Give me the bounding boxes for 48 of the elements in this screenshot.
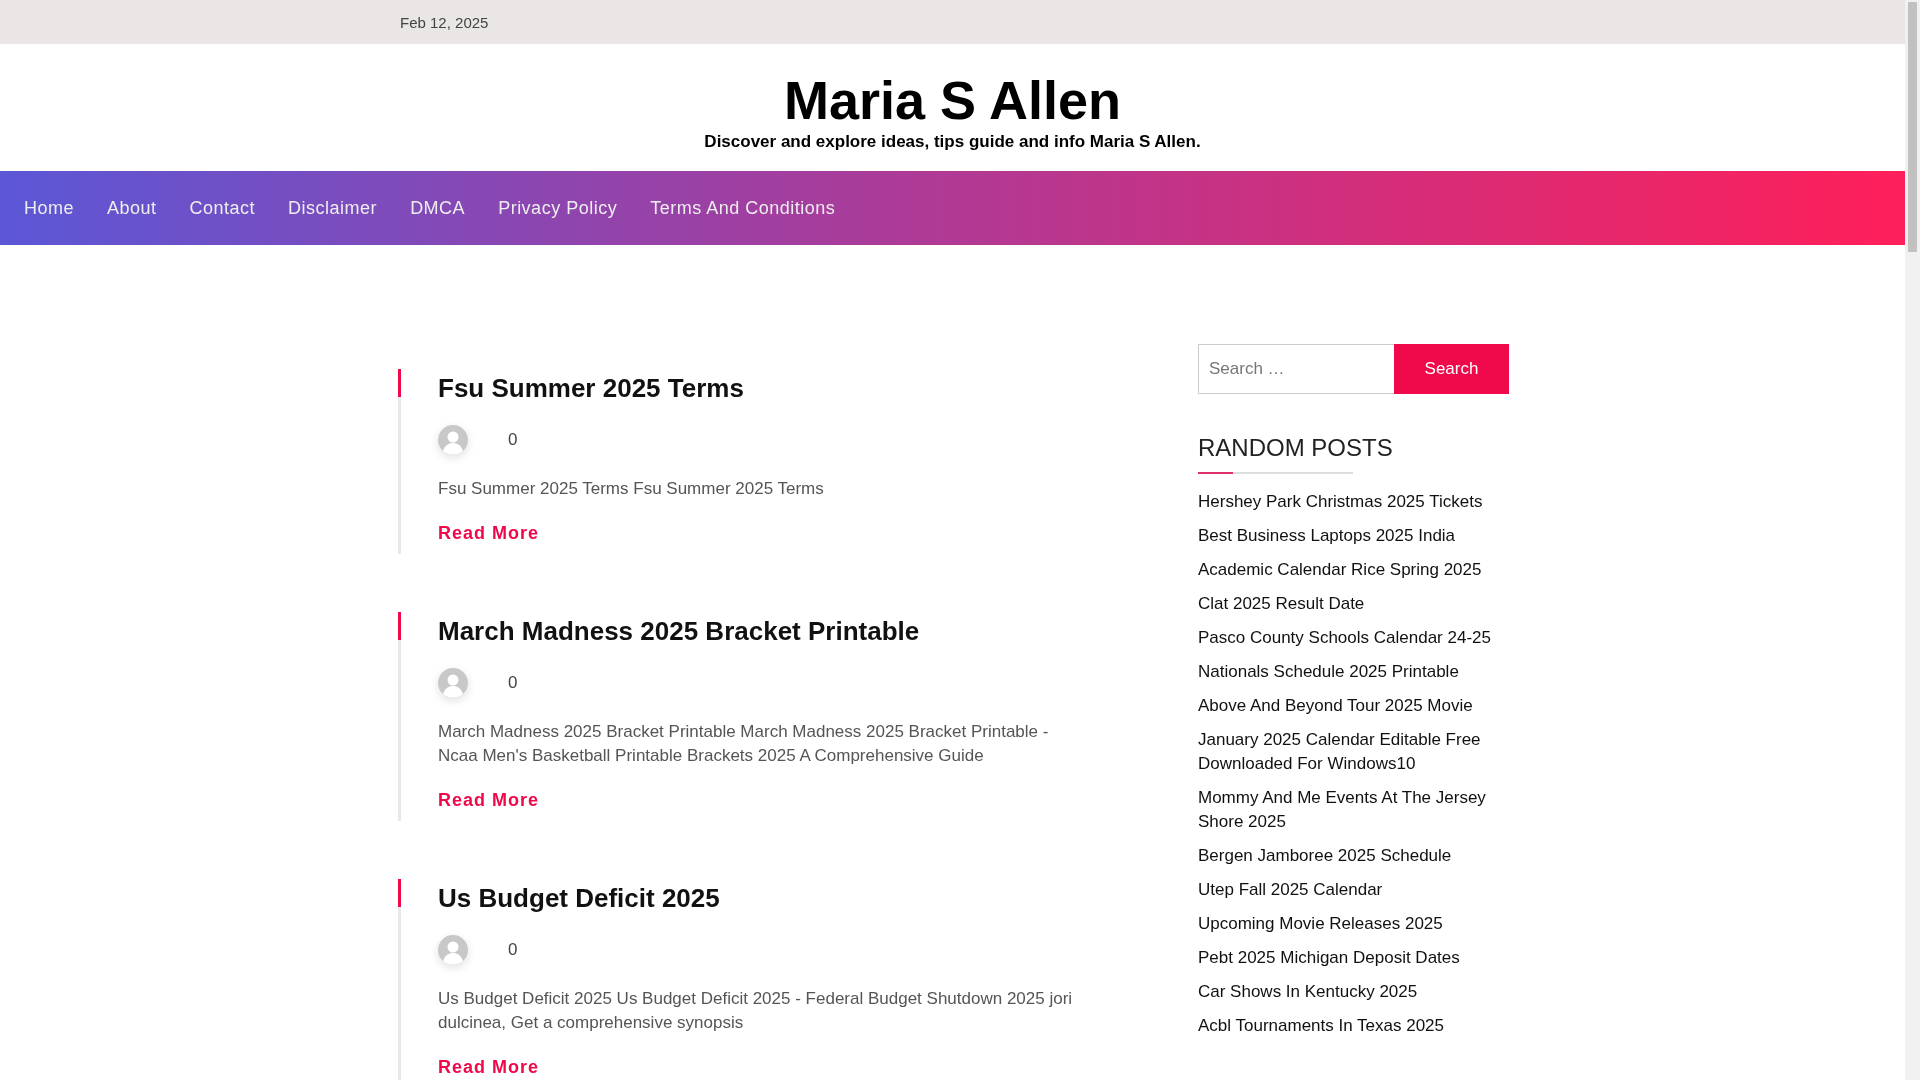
post-link[interactable]: Upcoming Movie Releases 2025 <box>1198 912 1509 936</box>
nav-link[interactable]: Terms And Conditions <box>650 197 836 219</box>
post-link[interactable]: Mommy And Me Events At The Jersey Shore 2025 <box>1198 786 1509 834</box>
date-text: Feb 12, 2025 <box>400 13 489 31</box>
avatar-icon <box>438 935 468 965</box>
post-link[interactable]: Clat 2025 Result Date <box>1198 592 1509 616</box>
search-button[interactable]: Search <box>1394 344 1509 394</box>
post-link[interactable]: Utep Fall 2025 Calendar <box>1198 878 1509 902</box>
nav-link[interactable]: About <box>107 197 157 219</box>
site-title[interactable]: Maria S Allen <box>783 70 1122 131</box>
comment-count: 0 <box>508 673 518 693</box>
post-excerpt: March Madness 2025 Bracket Printable March Madness 2025 Bracket Printable - Ncaa Men's Basketball Printable Brackets 2025 A Comprehensive Guide <box>438 721 1050 767</box>
nav-link[interactable]: Home <box>24 197 74 219</box>
post-link[interactable]: Car Shows In Kentucky 2025 <box>1198 980 1509 1004</box>
post-title[interactable]: Us Budget Deficit 2025 <box>438 882 720 914</box>
avatar-icon <box>438 668 468 698</box>
post-link[interactable]: January 2025 Calendar Editable Free Downloaded For Windows10 <box>1198 728 1509 776</box>
post-excerpt: Fsu Summer 2025 Terms Fsu Summer 2025 Terms <box>438 478 825 500</box>
nav-link[interactable]: DMCA <box>410 197 466 219</box>
avatar-icon <box>438 425 468 455</box>
title-accent-bar <box>398 369 401 397</box>
nav-link[interactable]: Contact <box>189 197 256 219</box>
post-link[interactable]: Nationals Schedule 2025 Printable <box>1198 660 1509 684</box>
comment-count: 0 <box>508 940 518 960</box>
nav-link[interactable]: Privacy Policy <box>498 197 618 219</box>
title-accent-bar <box>398 612 401 640</box>
nav-link[interactable]: Disclaimer <box>288 197 378 219</box>
post-link[interactable]: Hershey Park Christmas 2025 Tickets <box>1198 490 1509 514</box>
post-link[interactable]: Acbl Tournaments In Texas 2025 <box>1198 1014 1509 1038</box>
title-accent-bar <box>398 879 401 907</box>
scrollbar-thumb[interactable] <box>1908 2 1917 252</box>
search-field[interactable]: Search … <box>1198 344 1394 394</box>
post-link[interactable]: Best Business Laptops 2025 India <box>1198 524 1509 548</box>
post-excerpt: Us Budget Deficit 2025 Us Budget Deficit 2025 - Federal Budget Shutdown 2025 jori dulcinea, Get a comprehensive synopsis <box>438 988 1074 1034</box>
scrollbar[interactable] <box>1905 0 1920 1080</box>
widget-heading: RANDOM POSTS <box>1198 434 1394 462</box>
read-more-link[interactable]: Read More <box>438 1057 540 1078</box>
post-link[interactable]: Pasco County Schools Calendar 24-25 <box>1198 626 1509 650</box>
post-link[interactable]: Above And Beyond Tour 2025 Movie <box>1198 694 1509 718</box>
comment-count: 0 <box>508 430 518 450</box>
post-title[interactable]: Fsu Summer 2025 Terms <box>438 372 744 404</box>
read-more-link[interactable]: Read More <box>438 523 540 544</box>
read-more-link[interactable]: Read More <box>438 790 540 811</box>
post-title[interactable]: March Madness 2025 Bracket Printable <box>438 615 920 647</box>
post-link[interactable]: Pebt 2025 Michigan Deposit Dates <box>1198 946 1509 970</box>
tagline: Discover and explore ideas, tips guide and info Maria S Allen. <box>704 132 1201 153</box>
post-link[interactable]: Academic Calendar Rice Spring 2025 <box>1198 558 1509 582</box>
post-link[interactable]: Bergen Jamboree 2025 Schedule <box>1198 844 1509 868</box>
